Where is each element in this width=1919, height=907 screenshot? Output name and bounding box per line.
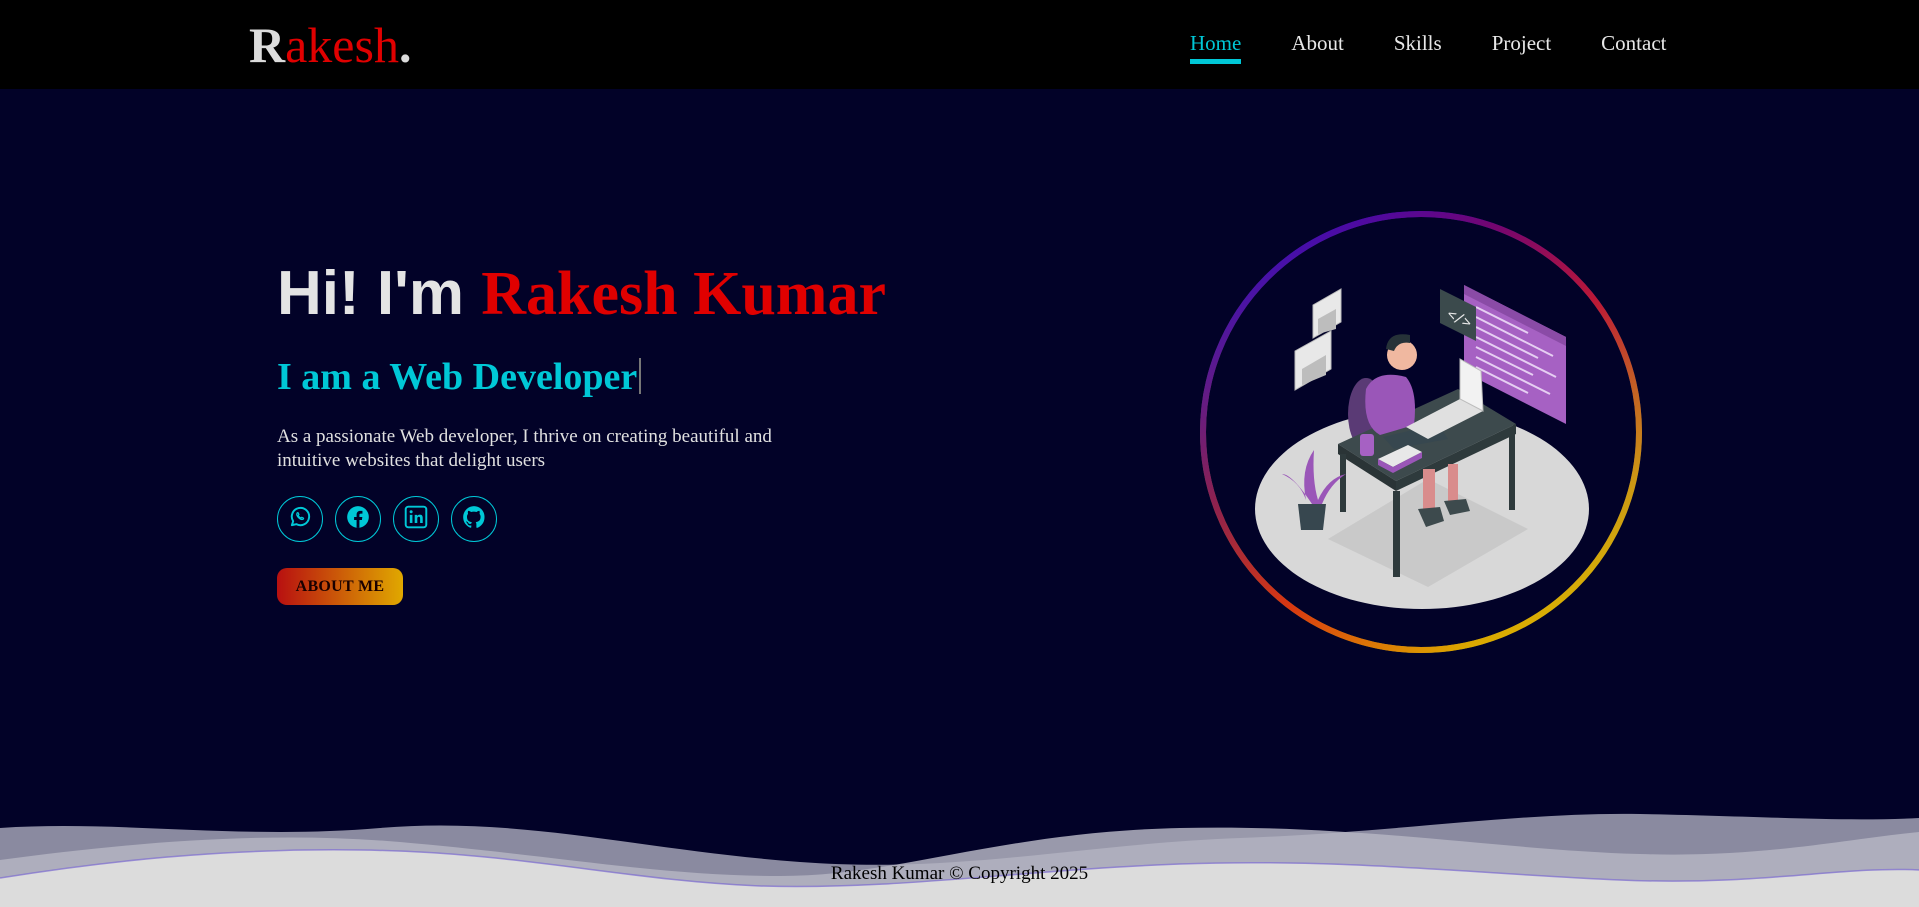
footer-wave [0, 813, 1919, 907]
typing-cursor [639, 358, 642, 394]
hero-title: Hi! I'm Rakesh Kumar [277, 258, 886, 330]
github-icon [461, 504, 487, 535]
logo-dot: . [398, 17, 412, 73]
social-links [277, 496, 509, 542]
about-me-button[interactable]: ABOUT ME [277, 568, 403, 605]
whatsapp-link[interactable] [277, 496, 323, 542]
linkedin-icon [403, 504, 429, 535]
hero-role-text: I am a Web Developer [277, 356, 638, 398]
nav-menu: Home About Skills Project Contact [1190, 28, 1717, 64]
nav-home[interactable]: Home [1190, 28, 1242, 64]
linkedin-link[interactable] [393, 496, 439, 542]
navbar: Rakesh. Home About Skills Project Contac… [0, 0, 1919, 89]
hero-role: I am a Web Developer [277, 354, 642, 400]
logo-initial: R [249, 17, 286, 73]
github-link[interactable] [451, 496, 497, 542]
nav-about[interactable]: About [1291, 28, 1344, 58]
nav-project[interactable]: Project [1492, 28, 1551, 58]
whatsapp-icon [287, 504, 313, 535]
copyright-text: Rakesh Kumar © Copyright 2025 [830, 863, 1089, 884]
logo-text: akesh [285, 17, 399, 73]
nav-contact[interactable]: Contact [1601, 28, 1666, 58]
hero-illustration: </> [1198, 209, 1644, 655]
nav-skills[interactable]: Skills [1394, 28, 1442, 58]
developer-illustration-icon: </> [1200, 211, 1642, 653]
hero-name: Rakesh Kumar [481, 260, 886, 328]
facebook-icon [345, 504, 371, 535]
facebook-link[interactable] [335, 496, 381, 542]
logo[interactable]: Rakesh. [249, 16, 411, 74]
hero-greeting: Hi! I'm [277, 259, 482, 328]
hero-description: As a passionate Web developer, I thrive … [277, 426, 772, 471]
